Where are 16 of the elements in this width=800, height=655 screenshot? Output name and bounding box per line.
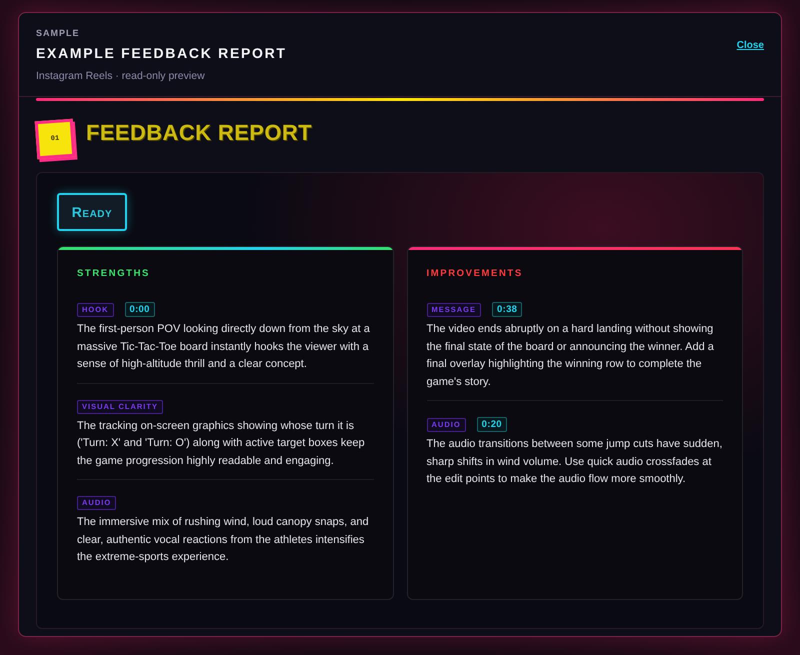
feedback-text: The first-person POV looking directly down from the sky at a massive Tic-Tac-Toe board instantly hooks the viewer with a sense of high-altitude thrill and a clear concept. (77, 322, 371, 372)
timestamp-tag: 0:20 (476, 417, 507, 432)
panel-heading: IMPROVEMENTS (426, 268, 524, 280)
feedback-text: The tracking on-screen graphics showing whose turn it is ('Turn: X' and 'Turn: O') along with active target boxes keep the game progression highly readable and engaging. (77, 418, 366, 468)
feedback-text: The immersive mix of rushing wind, loud canopy snaps, and clear, authentic vocal reactions from the athletes intensifies the extreme-sports experience. (77, 515, 370, 565)
status-badge: Ready (57, 193, 127, 231)
section-title: FEEDBACK REPORT (86, 120, 312, 146)
feedback-text: The audio transitions between some jump cuts have sudden, sharp shifts in wind volume. Use quick audio crossfades at the edit points to make the audio flow more smoothly. (426, 437, 723, 487)
eyebrow-label: SAMPLE (36, 27, 81, 39)
feedback-text: The video ends abruptly on a hard landing without showing the final state of the board or announcing the winner. Add a final overlay highlighting the winning row to complete the game's story. (426, 322, 715, 390)
dialog-subtitle: Instagram Reels · read-only preview (36, 69, 206, 83)
timestamp-tag: 0:38 (492, 302, 522, 317)
timestamp-tag: 0:00 (124, 302, 155, 317)
panel-heading: STRENGTHS (77, 268, 151, 280)
close-link[interactable]: Close (736, 40, 764, 52)
dialog-title: EXAMPLE FEEDBACK REPORT (36, 44, 287, 63)
